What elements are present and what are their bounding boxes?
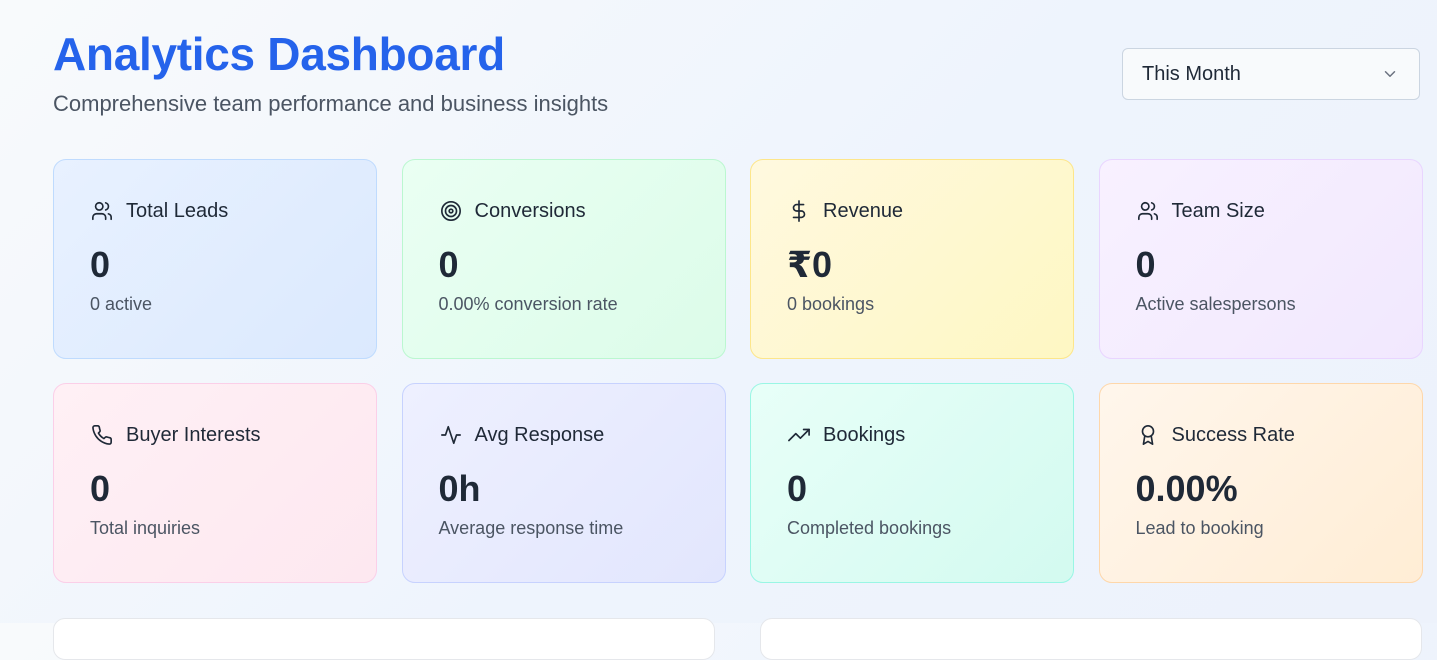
trending-up-icon	[787, 423, 811, 447]
users-icon	[90, 199, 114, 223]
card-subtext: Completed bookings	[787, 518, 952, 538]
page-subtitle: Comprehensive team performance and busin…	[53, 91, 609, 116]
stat-card-conversions: Conversions 0 0.00% conversion rate	[401, 159, 726, 359]
card-header: Team Size	[1136, 198, 1386, 224]
activity-icon	[439, 423, 463, 447]
card-subtext: 0 active	[90, 294, 153, 314]
card-label: Total Leads	[126, 199, 229, 222]
card-header: Success Rate	[1136, 422, 1386, 448]
card-header: Total Leads	[90, 198, 340, 224]
stat-card-team-size: Team Size 0 Active salespersons	[1098, 159, 1423, 359]
card-subtext: 0.00% conversion rate	[438, 294, 618, 314]
period-select-value: This Month	[1142, 62, 1241, 85]
card-label: Success Rate	[1171, 423, 1295, 446]
card-value: 0	[1135, 244, 1156, 285]
stats-grid: Total Leads 0 0 active Conversions 0 0.0…	[53, 159, 1423, 583]
dollar-icon	[787, 199, 811, 223]
stat-card-success-rate: Success Rate 0.00% Lead to booking	[1098, 383, 1423, 583]
stat-card-avg-response: Avg Response 0h Average response time	[401, 383, 726, 583]
page-header: Analytics Dashboard Comprehensive team p…	[53, 26, 608, 118]
card-header: Avg Response	[439, 422, 689, 448]
card-label: Conversions	[474, 199, 586, 222]
users-icon	[1136, 199, 1160, 223]
card-label: Team Size	[1171, 199, 1265, 222]
card-label: Revenue	[823, 199, 904, 222]
card-header: Bookings	[787, 422, 1037, 448]
card-value: 0h	[438, 468, 481, 509]
period-select[interactable]: This Month	[1122, 48, 1420, 100]
card-subtext: Average response time	[438, 518, 624, 538]
card-subtext: 0 bookings	[787, 294, 875, 314]
card-label: Buyer Interests	[126, 423, 261, 446]
card-value: 0	[90, 468, 111, 509]
chevron-down-icon	[1381, 65, 1399, 83]
stat-card-buyer-interests: Buyer Interests 0 Total inquiries	[53, 383, 377, 583]
card-header: Conversions	[439, 198, 689, 224]
stat-card-bookings: Bookings 0 Completed bookings	[750, 383, 1074, 583]
card-label: Bookings	[823, 423, 906, 446]
page-title: Analytics Dashboard	[53, 28, 505, 80]
card-subtext: Total inquiries	[90, 518, 201, 538]
stat-card-revenue: Revenue ₹0 0 bookings	[750, 159, 1074, 359]
card-header: Revenue	[787, 198, 1037, 224]
card-subtext: Lead to booking	[1135, 518, 1264, 538]
target-icon	[439, 199, 463, 223]
card-header: Buyer Interests	[90, 422, 340, 448]
card-value: 0.00%	[1135, 468, 1238, 509]
phone-icon	[90, 423, 114, 447]
stat-card-total-leads: Total Leads 0 0 active	[53, 159, 377, 359]
card-value: 0	[787, 468, 808, 509]
chart-panel-right	[760, 618, 1422, 660]
card-label: Avg Response	[474, 423, 605, 446]
award-icon	[1136, 423, 1160, 447]
card-value: 0	[90, 244, 111, 285]
card-value: 0	[438, 244, 459, 285]
card-value: ₹0	[787, 244, 833, 285]
chart-panel-left	[53, 618, 715, 660]
card-subtext: Active salespersons	[1135, 294, 1296, 314]
